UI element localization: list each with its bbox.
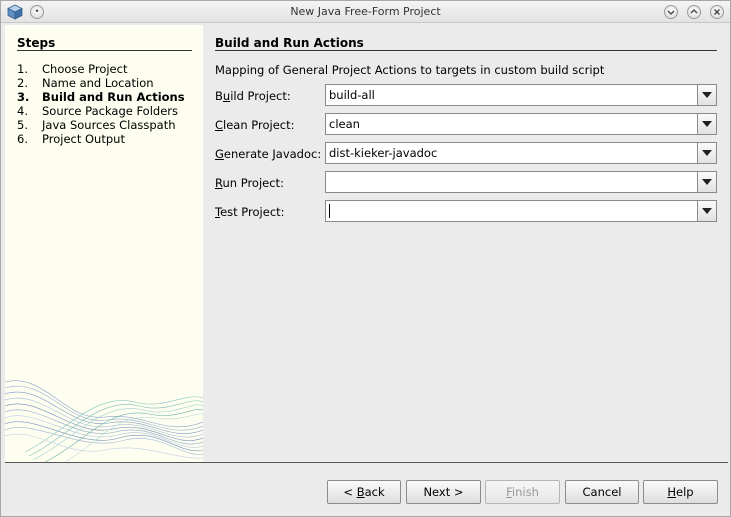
step-item: 6. Project Output: [17, 132, 125, 146]
step-item: 4. Source Package Folders: [17, 104, 179, 118]
steps-title: Steps: [17, 36, 56, 50]
build-run-actions-panel: Build and Run Actions Mapping of General…: [203, 25, 729, 462]
decorative-wave-image: [5, 380, 203, 462]
close-icon[interactable]: [710, 5, 724, 19]
window-title: New Java Free-Form Project: [290, 5, 441, 18]
dropdown-arrow-icon[interactable]: [697, 201, 716, 221]
step-item-current: 3. Build and Run Actions: [17, 90, 185, 104]
test-project-combo[interactable]: [325, 200, 717, 222]
clean-project-value: clean: [329, 117, 360, 131]
back-button[interactable]: < Back: [327, 480, 401, 504]
steps-panel: Steps 1. Choose Project 2. Name and Locati…: [5, 25, 203, 462]
generate-javadoc-label: Generate Javadoc:: [215, 147, 322, 161]
steps-divider: [17, 50, 192, 51]
generate-javadoc-combo[interactable]: dist-kieker-javadoc: [325, 142, 717, 164]
build-project-combo[interactable]: build-all: [325, 84, 717, 106]
title-bar: • New Java Free-Form Project: [1, 1, 730, 23]
dropdown-arrow-icon[interactable]: [697, 85, 716, 105]
page-title: Build and Run Actions: [215, 36, 364, 50]
build-project-label: Build Project:: [215, 89, 291, 103]
panel-description: Mapping of General Project Actions to ta…: [215, 63, 605, 77]
finish-button[interactable]: Finish: [485, 480, 560, 504]
maximize-icon[interactable]: [687, 5, 701, 19]
step-item: 5. Java Sources Classpath: [17, 118, 176, 132]
dialog-window: • New Java Free-Form Project Steps 1. Cho…: [0, 0, 731, 517]
test-project-label: Test Project:: [215, 205, 285, 219]
bottom-divider: [5, 462, 728, 463]
run-project-label: Run Project:: [215, 176, 284, 190]
next-button[interactable]: Next >: [406, 480, 481, 504]
dropdown-arrow-icon[interactable]: [697, 143, 716, 163]
cancel-button[interactable]: Cancel: [565, 480, 639, 504]
clean-project-label: Clean Project:: [215, 118, 295, 132]
minimize-icon[interactable]: [664, 5, 678, 19]
help-button[interactable]: Help: [643, 480, 718, 504]
clean-project-combo[interactable]: clean: [325, 113, 717, 135]
step-item: 2. Name and Location: [17, 76, 154, 90]
text-cursor: [329, 204, 330, 218]
steps-list: 1. Choose Project 2. Name and Location 3. B…: [17, 62, 185, 146]
generate-javadoc-value: dist-kieker-javadoc: [329, 146, 438, 160]
build-project-value: build-all: [329, 88, 375, 102]
title-divider: [215, 50, 717, 51]
step-item: 1. Choose Project: [17, 62, 128, 76]
dropdown-arrow-icon[interactable]: [697, 172, 716, 192]
run-project-combo[interactable]: [325, 171, 717, 193]
dropdown-arrow-icon[interactable]: [697, 114, 716, 134]
